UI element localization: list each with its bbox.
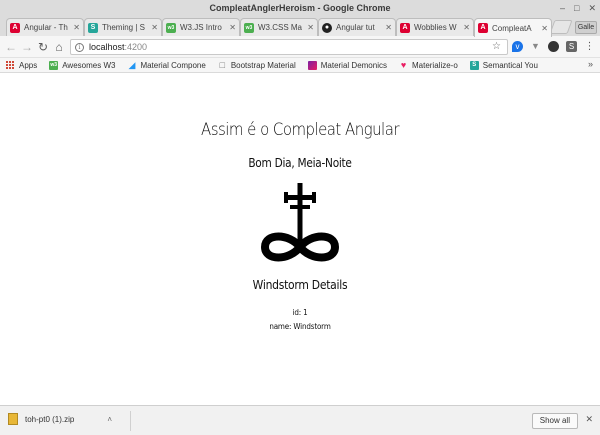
tab-w3js-intro[interactable]: w3 W3.JS Intro ✕: [162, 18, 240, 36]
w3schools-icon: w3: [166, 22, 176, 33]
tab-label: Theming | S: [102, 23, 145, 32]
forward-icon[interactable]: →: [20, 40, 34, 54]
tab-label: W3.JS Intro: [180, 23, 222, 32]
material-demonics-icon: ■: [307, 60, 317, 70]
tab-close-icon[interactable]: ✕: [463, 23, 470, 32]
bookmark-label: Material Compone: [140, 60, 206, 70]
show-all-button[interactable]: Show all: [531, 413, 578, 429]
tab-label: CompleatA: [492, 23, 532, 33]
semantic-icon: S: [469, 60, 479, 70]
tab-label: W3.CSS Ma: [258, 23, 303, 32]
extension-dark-icon[interactable]: [548, 41, 559, 52]
angular-icon: A: [10, 22, 20, 33]
close-window-icon[interactable]: ✕: [588, 0, 596, 16]
menu-icon[interactable]: ⋮: [584, 41, 595, 52]
page-content: Assim é o Compleat Angular Bom Dia, Meia…: [0, 74, 600, 405]
url-host: localhost: [89, 42, 125, 52]
leviathan-cross-icon: [261, 183, 339, 262]
tab-close-icon[interactable]: ✕: [385, 23, 392, 32]
apps-grid-icon: [6, 61, 14, 69]
bookmark-label: Awesomes W3: [62, 60, 116, 70]
w3schools-icon: w3: [49, 60, 59, 70]
browser-toolbar: ← → ↻ ⌂ i localhost:4200 ☆ v ▼ S ⋮: [0, 36, 600, 58]
reload-icon[interactable]: ↻: [36, 40, 50, 54]
download-filename: toh-pt0 (1).zip: [25, 414, 75, 424]
hero-name: name: Windstorm: [269, 322, 331, 331]
tab-close-icon[interactable]: ✕: [541, 24, 548, 33]
bookmarks-overflow-icon[interactable]: »: [588, 59, 593, 69]
window-title-bar: CompleatAnglerHeroism - Google Chrome – …: [0, 0, 600, 16]
tab-w3css[interactable]: w3 W3.CSS Ma ✕: [240, 18, 318, 36]
bookmark-awesomes-w3[interactable]: w3 Awesomes W3: [49, 60, 116, 70]
window-controls: – □ ✕: [560, 0, 596, 16]
bookmark-material-demonics[interactable]: ■ Material Demonics: [307, 60, 387, 70]
download-divider: [130, 411, 131, 431]
tab-label: Angular tut: [336, 23, 375, 32]
tab-label: Wobblies W: [414, 23, 457, 32]
hero-details-heading: Windstorm Details: [252, 278, 348, 292]
tab-theming[interactable]: S Theming | S ✕: [84, 18, 162, 36]
bookmark-material-components[interactable]: ◢ Material Compone: [127, 59, 206, 70]
chevron-up-icon[interactable]: ˄: [107, 415, 112, 424]
page-title: Assim é o Compleat Angular: [201, 120, 399, 140]
download-shelf: toh-pt0 (1).zip ˄ Show all ✕: [0, 405, 600, 435]
bookmark-label: Semantical You: [482, 60, 538, 70]
bookmark-apps[interactable]: Apps: [6, 61, 37, 70]
address-bar[interactable]: i localhost:4200 ☆: [70, 39, 508, 55]
bookmark-label: Material Demonics: [320, 60, 387, 70]
tab-angular-docs[interactable]: A Angular - Th ✕: [6, 18, 84, 36]
bookmark-semantical-you[interactable]: S Semantical You: [469, 60, 538, 70]
bookmark-label: Apps: [19, 60, 38, 70]
new-tab-button[interactable]: [549, 20, 573, 34]
github-icon: ●: [322, 22, 332, 33]
tab-wobblies[interactable]: A Wobblies W ✕: [396, 18, 474, 36]
tab-angular-tutorial[interactable]: ● Angular tut ✕: [318, 18, 396, 36]
tab-close-icon[interactable]: ✕: [151, 23, 158, 32]
tab-compleat-angular[interactable]: A CompleatA ✕: [474, 18, 552, 37]
home-icon[interactable]: ⌂: [52, 40, 66, 54]
back-icon[interactable]: ←: [4, 40, 18, 54]
greeting-text: Bom Dia, Meia-Noite: [248, 156, 352, 170]
bookmark-label: Bootstrap Material: [230, 60, 296, 70]
bookmark-label: Materialize-o: [411, 60, 458, 70]
bookmark-star-icon[interactable]: ☆: [492, 41, 501, 52]
page-icon: □: [219, 59, 226, 70]
bookmarks-bar: Apps w3 Awesomes W3 ◢ Material Compone □…: [0, 58, 600, 73]
tab-strip: A Angular - Th ✕ S Theming | S ✕ w3 W3.J…: [0, 16, 600, 37]
window-title: CompleatAnglerHeroism - Google Chrome: [209, 3, 391, 13]
heart-icon: ♥: [400, 59, 407, 70]
tab-close-icon[interactable]: ✕: [73, 23, 80, 32]
minimize-icon[interactable]: –: [560, 0, 565, 16]
angular-icon: A: [400, 22, 410, 33]
tab-label: Angular - Th: [24, 23, 68, 32]
extension-v-icon[interactable]: v: [512, 41, 523, 52]
tab-close-icon[interactable]: ✕: [229, 23, 236, 32]
close-downloads-icon[interactable]: ✕: [585, 414, 593, 425]
hero-id: id: 1: [292, 308, 308, 317]
angular-icon: A: [478, 23, 488, 33]
semantic-icon: S: [88, 22, 98, 33]
bookmark-materialize[interactable]: ♥ Materialize-o: [399, 59, 458, 70]
info-icon[interactable]: i: [75, 42, 84, 52]
url-port: :4200: [124, 42, 148, 52]
download-item[interactable]: toh-pt0 (1).zip ˄: [8, 413, 112, 425]
profile-button[interactable]: Galle: [575, 21, 597, 34]
maximize-icon[interactable]: □: [574, 0, 579, 16]
extension-triangle-icon[interactable]: ▼: [530, 41, 541, 52]
zip-file-icon: [8, 413, 18, 425]
bookmark-bootstrap-material[interactable]: □ Bootstrap Material: [218, 59, 296, 70]
tab-close-icon[interactable]: ✕: [307, 23, 314, 32]
w3schools-icon: w3: [244, 22, 254, 33]
material-components-icon: ◢: [128, 59, 136, 70]
extension-s-icon[interactable]: S: [566, 41, 577, 52]
